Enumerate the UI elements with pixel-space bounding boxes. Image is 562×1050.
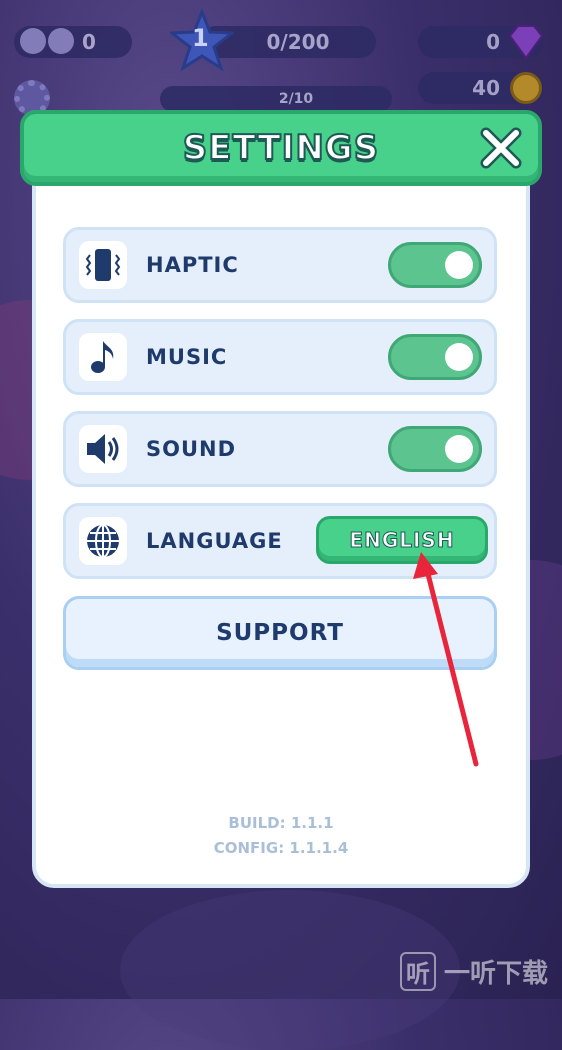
globe-icon [79, 517, 127, 565]
close-icon[interactable] [478, 125, 524, 171]
hud-search-progress: 2/10 [160, 86, 392, 112]
haptic-row: HAPTIC [63, 227, 497, 303]
haptic-toggle[interactable] [388, 242, 482, 288]
watermark: 听 一听下载 [399, 952, 548, 991]
music-label: MUSIC [146, 345, 228, 369]
watermark-logo-icon: 听 [399, 952, 436, 991]
config-version: CONFIG: 1.1.1.4 [213, 839, 349, 857]
music-row: MUSIC [63, 319, 497, 395]
speaker-icon [79, 425, 127, 473]
settings-header: SETTINGS [20, 110, 542, 186]
sound-toggle[interactable] [388, 426, 482, 472]
friends-icon [20, 28, 76, 56]
sound-row: SOUND [63, 411, 497, 487]
settings-title: SETTINGS [182, 127, 380, 169]
hud-left-count: 0 [82, 30, 96, 54]
haptic-label: HAPTIC [146, 253, 239, 277]
level-number: 1 [192, 24, 209, 52]
language-row: LANGUAGE ENGLISH [63, 503, 497, 579]
gem-icon [508, 25, 544, 60]
vibration-icon [79, 241, 127, 289]
language-label: LANGUAGE [146, 529, 283, 553]
support-button[interactable]: SUPPORT [63, 596, 497, 670]
level-progress-text: 0/200 [266, 30, 330, 54]
sub-progress-text: 2/10 [278, 91, 314, 107]
music-toggle[interactable] [388, 334, 482, 380]
build-version: BUILD: 1.1.1 [228, 814, 334, 832]
coins-count: 40 [472, 76, 500, 100]
gems-count: 0 [486, 30, 500, 54]
watermark-text: 一听下载 [443, 959, 548, 989]
sound-label: SOUND [146, 437, 237, 461]
coin-icon [510, 72, 542, 104]
hud-left-counter: 0 [14, 26, 132, 58]
music-note-icon [79, 333, 127, 381]
toggle-knob [445, 435, 473, 463]
language-select-button[interactable]: ENGLISH [316, 516, 488, 564]
toggle-knob [445, 251, 473, 279]
toggle-knob [445, 343, 473, 371]
